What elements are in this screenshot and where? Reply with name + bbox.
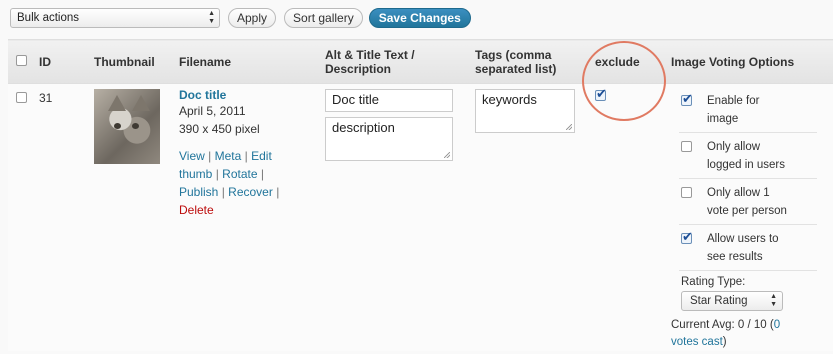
rating-type-label: Rating Type: [681, 276, 746, 288]
col-alt-line1: Alt & Title Text / [325, 47, 415, 62]
logged-in-checkbox[interactable] [681, 141, 692, 152]
alt-title-input[interactable]: Doc title [325, 89, 453, 112]
bulk-actions-value: Bulk actions [17, 12, 80, 24]
col-filename: Filename [171, 39, 317, 84]
apply-button[interactable]: Apply [228, 8, 277, 28]
view-link[interactable]: View [179, 149, 205, 163]
exclude-cell [587, 83, 669, 351]
thumbnail-image[interactable] [94, 89, 160, 164]
col-voting: Image Voting Options [669, 39, 833, 84]
description-textarea[interactable]: description [325, 117, 453, 161]
col-alt-line2: Description [325, 61, 392, 76]
tags-textarea[interactable]: keywords [475, 89, 575, 133]
show-results-checkbox[interactable] [681, 229, 693, 245]
logged-in-option: Only allow logged in users [681, 138, 833, 174]
one-vote-label: Only allow 1 vote per person [707, 187, 787, 217]
table-header: ID Thumbnail Filename Alt & Title Text /… [8, 39, 833, 84]
highlight-circle [582, 41, 666, 121]
row-checkbox[interactable] [16, 92, 27, 103]
gallery-table: ID Thumbnail Filename Alt & Title Text /… [8, 39, 833, 351]
rating-type-select[interactable]: Star Rating ▲ ▼ [681, 291, 783, 311]
publish-link[interactable]: Publish [179, 185, 218, 199]
sort-gallery-button[interactable]: Sort gallery [284, 8, 363, 28]
tags-cell: keywords [467, 83, 587, 351]
alt-title-cell: Doc title description [317, 83, 467, 351]
one-vote-option: Only allow 1 vote per person [681, 184, 833, 220]
current-average: Current Avg: 0 / 10 (0 votes cast) [671, 319, 781, 348]
filename-cell: Doc title April 5, 2011 390 x 450 pixel … [171, 83, 317, 351]
col-thumbnail: Thumbnail [86, 39, 171, 84]
file-title-link[interactable]: Doc title [179, 88, 317, 102]
row-id: 31 [31, 83, 86, 351]
file-date: April 5, 2011 [179, 104, 246, 118]
col-tags: Tags (comma separated list) [467, 39, 587, 84]
rotate-link[interactable]: Rotate [222, 167, 257, 181]
recover-link[interactable]: Recover [228, 185, 273, 199]
save-changes-button[interactable]: Save Changes [368, 8, 471, 28]
file-dimensions: 390 x 450 pixel [179, 122, 260, 136]
select-all-cell [8, 39, 31, 84]
one-vote-checkbox[interactable] [681, 187, 692, 198]
col-id: ID [31, 39, 86, 84]
toolbar: Bulk actions ▲ ▼ Apply Sort gallery Save … [10, 7, 471, 29]
row-actions: View | Meta | Edit thumb | Rotate | Publi… [179, 149, 280, 217]
enable-voting-option: Enable forimage [681, 91, 833, 128]
bulk-actions-select[interactable]: Bulk actions ▲ ▼ [10, 8, 220, 28]
row-select-cell [8, 83, 31, 351]
delete-link[interactable]: Delete [179, 203, 214, 217]
voting-cell: Enable forimage Only allowlogged in user… [669, 83, 833, 351]
col-alt-title: Alt & Title Text / Description [317, 39, 467, 84]
show-results-label: Allow users to see results [707, 233, 779, 263]
select-arrows-icon: ▲ ▼ [770, 293, 777, 308]
enable-voting-label: Enable for image [707, 95, 760, 125]
col-tags-line2: separated list) [475, 61, 557, 76]
thumbnail-cell [86, 83, 171, 351]
enable-voting-checkbox[interactable] [681, 91, 693, 107]
select-all-checkbox[interactable] [16, 54, 27, 66]
rating-type-value: Star Rating [690, 295, 748, 307]
table-row: 31 Doc title April 5, 2011 390 x 450 pix… [8, 83, 833, 351]
col-tags-line1: Tags (comma [475, 47, 552, 62]
meta-link[interactable]: Meta [215, 149, 242, 163]
show-results-option: Allow users tosee results [681, 229, 833, 266]
select-arrows-icon: ▲ ▼ [208, 10, 215, 25]
logged-in-label: Only allow logged in users [707, 141, 785, 171]
